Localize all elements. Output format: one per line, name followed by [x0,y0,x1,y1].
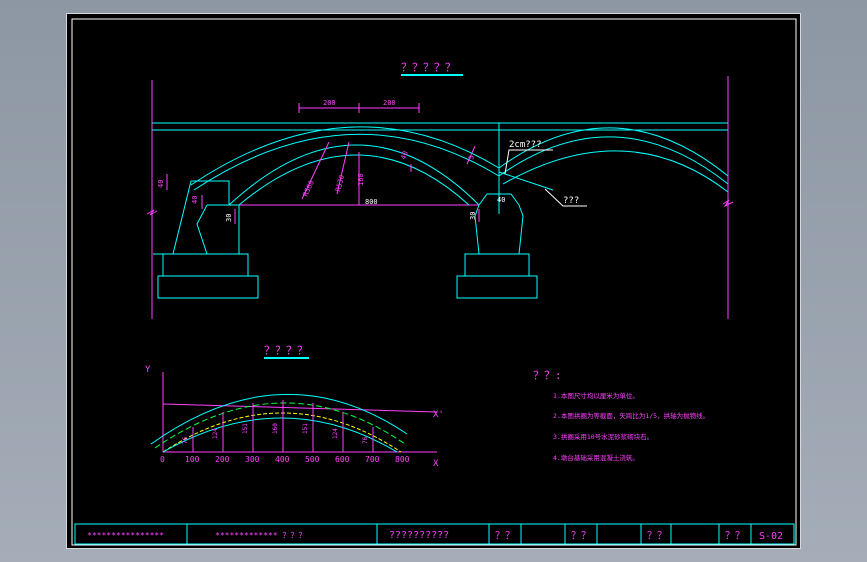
deck-lines [152,122,728,214]
ordinate-value: 124 [332,428,339,439]
label-30: 30 [225,214,233,222]
drawing-sheet: ？？？？？ 200 200 160 800 R560 R530 40 40 40… [66,13,801,549]
arch-title: ？？？？ [264,344,308,357]
sheet-number: S-02 [759,531,783,542]
title-cell: ？？ [571,531,591,542]
span-label: 800 [365,198,378,206]
label-40a: 40 [157,180,165,188]
radius-label-1: R560 [302,179,316,198]
arch-ordinate-lines [192,400,374,452]
callout-fill: ??? [563,196,579,206]
title-cell: ？？ [495,531,515,542]
label-40b: 40 [191,196,199,204]
arch-intrados [238,154,470,206]
arch-ordinates: 76 124 151 160 151 124 76 [182,423,369,444]
arch-x-ticks: 0 100 200 300 400 500 600 700 800 [160,455,410,464]
title-cell: **************** [87,531,164,540]
elevation-title: ？？？？？ [401,61,456,74]
ordinate-value: 76 [182,436,189,444]
rise-label: 160 [357,173,365,186]
ordinate-value: 151 [302,423,309,434]
dim-label-left: 200 [323,99,336,107]
x-tick: 700 [365,455,380,464]
dim-label-right: 200 [383,99,396,107]
center-pier [456,193,538,299]
x-tick: 300 [245,455,260,464]
title-block-text: **************** ************* ？？？ ?????… [87,530,783,542]
thickness-label: 40 [399,150,409,161]
note-item: 3.拱圈采用10号水泥砂浆砌块石。 [553,432,653,441]
x-tick: 200 [215,455,230,464]
x-tick: 600 [335,455,350,464]
title-cell: ？？ [647,531,667,542]
y-axis-label: Y [145,365,151,375]
x-axis-label: X [433,459,439,469]
radius-label-2: R530 [334,174,346,192]
notes-title: ？？: [533,369,562,382]
title-cell: ************* ？？？ [215,531,306,540]
elevation-dim-lines [166,141,480,224]
note-item: 4.墩台基础采用混凝土浇筑。 [553,453,639,462]
arch-axes [162,372,438,453]
note-item: 2.本图拱圈为等截面，矢跨比为1/5，拱轴为抛物线。 [553,411,709,420]
adjacent-arch [498,127,729,193]
ordinate-value: 76 [362,436,369,444]
ordinate-value: 160 [272,423,279,434]
label-5: 5 [467,154,476,160]
x-tick: 400 [275,455,290,464]
notes-list: 1.本图尺寸均以厘米为单位。 2.本图拱圈为等截面，矢跨比为1/5，拱轴为抛物线… [553,391,709,462]
x-tick: 100 [185,455,200,464]
ordinate-value: 124 [212,428,219,439]
title-cell: ？？ [725,531,745,542]
callout-pavement: 2cm??? [509,140,542,150]
x-tick: 500 [305,455,320,464]
main-arch [190,126,500,206]
title-cell: ?????????? [389,530,449,541]
note-item: 1.本图尺寸均以厘米为单位。 [553,391,639,400]
x-tick: 800 [395,455,410,464]
label-40c: 40 [497,196,505,204]
ordinate-value: 151 [242,423,249,434]
x-tick: 0 [160,455,165,464]
top-dimensions [298,103,420,113]
left-abutment [153,180,259,299]
cad-drawing-canvas: ？？？？？ 200 200 160 800 R560 R530 40 40 40… [71,18,797,546]
label-30b: 30 [469,212,477,220]
x-prime-label: X' [433,410,444,420]
section-boundaries [146,76,734,319]
